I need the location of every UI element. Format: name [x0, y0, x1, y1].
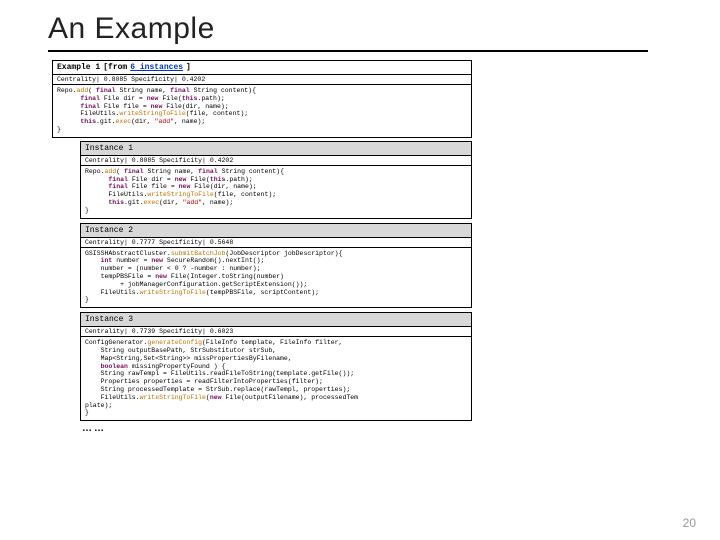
instances-container: Instance 1Centrality| 0.8085 Specificity… [80, 141, 472, 421]
example-label: Example 1 [57, 63, 100, 72]
instance-code: Repo.add( final String name, final Strin… [81, 166, 471, 218]
instance-metrics: Centrality| 0.7739 Specificity| 0.6023 [81, 327, 471, 337]
page-number: 20 [683, 516, 696, 530]
example-close: ] [186, 63, 191, 72]
instance-header: Instance 3 [81, 313, 471, 327]
title-rule [48, 50, 648, 52]
example-panel: Example 1 [from 6 instances ] Centrality… [52, 60, 472, 434]
instance-header: Instance 1 [81, 142, 471, 156]
instance-header: Instance 2 [81, 224, 471, 238]
instance-code: ConfigGenerator.generateConfig(FileInfo … [81, 337, 471, 420]
example-from: [from [103, 63, 127, 72]
instance-metrics: Centrality| 0.8085 Specificity| 0.4202 [81, 156, 471, 166]
example-code: Repo.add( final String name, final Strin… [53, 85, 471, 137]
slide-title: An Example [48, 12, 688, 46]
instances-link[interactable]: 6 instances [130, 63, 183, 72]
instance-code: GSISSHAbstractCluster.submitBatchJob(Job… [81, 248, 471, 308]
instance-box: Instance 2Centrality| 0.7777 Specificity… [80, 223, 472, 309]
instance-box: Instance 3Centrality| 0.7739 Specificity… [80, 312, 472, 421]
example-box: Example 1 [from 6 instances ] Centrality… [52, 60, 472, 138]
ellipsis: …… [82, 423, 472, 434]
example-header: Example 1 [from 6 instances ] [53, 61, 471, 75]
slide: An Example Example 1 [from 6 instances ]… [0, 0, 720, 434]
instance-metrics: Centrality| 0.7777 Specificity| 0.5648 [81, 238, 471, 248]
example-metrics: Centrality| 0.8085 Specificity| 0.4202 [53, 75, 471, 85]
instance-box: Instance 1Centrality| 0.8085 Specificity… [80, 141, 472, 219]
